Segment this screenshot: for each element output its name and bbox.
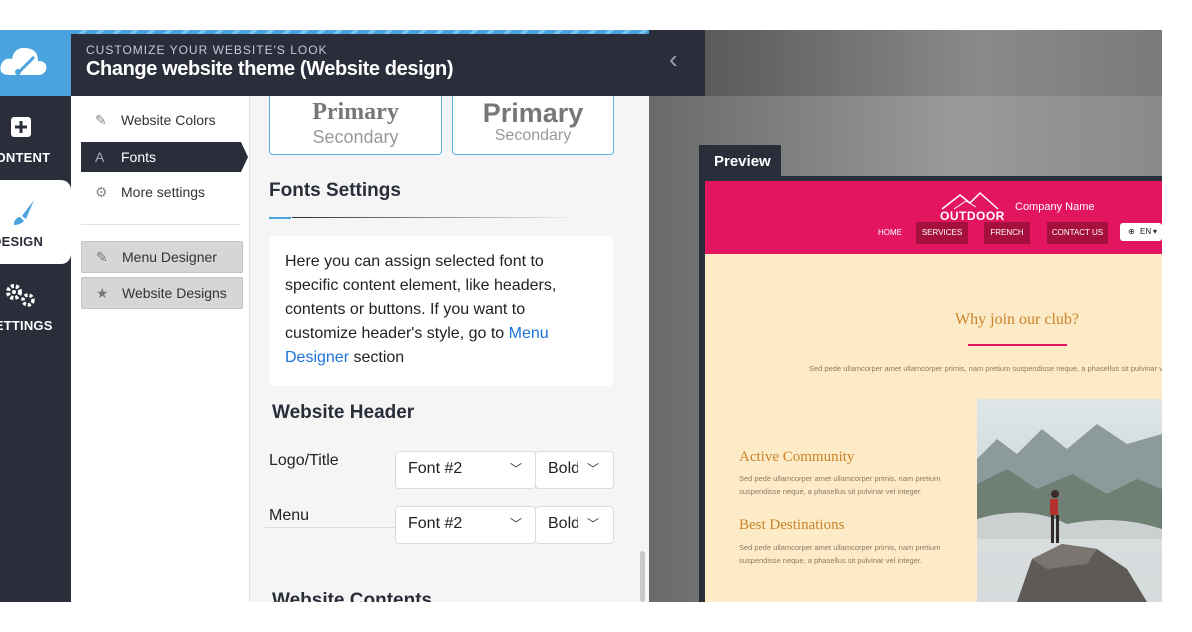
star-icon: ★: [96, 285, 109, 301]
feature-title: Active Community: [739, 449, 855, 465]
website-designs-button[interactable]: ★ Website Designs: [81, 277, 243, 309]
font-preview-primary: Primary: [482, 98, 584, 128]
feature-text: Sed pede ullamcorper amet ullamcorper pr…: [739, 543, 941, 565]
font-combo-card-1[interactable]: Primary Secondary: [269, 96, 442, 155]
gears-icon: [6, 284, 35, 307]
section-underline: [292, 217, 580, 218]
select-value: Font #2: [408, 515, 463, 532]
site-brand: OUTDOOR: [940, 209, 1005, 223]
rail-item-settings[interactable]: SETTINGS: [0, 264, 71, 348]
main-rail: CONTENT DESIGN SETTINGS: [0, 30, 71, 602]
rail-item-label: SETTINGS: [0, 318, 53, 333]
site-nav-bar: OUTDOOR Company Name HOME SERVICES FRENC…: [705, 181, 1162, 254]
preview-backdrop-top: [705, 30, 1162, 96]
site-language-value: EN: [1140, 227, 1152, 236]
rail-item-label: CONTENT: [0, 150, 51, 165]
submenu-divider: [81, 224, 241, 225]
fonts-settings-panel: Primary Secondary Primary Secondary Font…: [250, 96, 649, 602]
hiker-mountain-photo: [977, 399, 1162, 602]
row-label: Logo/Title: [269, 452, 339, 469]
menu-font-select[interactable]: Font #2 ﹀: [395, 506, 536, 544]
rail-item-content[interactable]: CONTENT: [0, 96, 71, 180]
font-combo-card-2[interactable]: Primary Secondary: [452, 96, 614, 155]
submenu-item-label: Website Colors: [121, 112, 216, 128]
header-subtitle: CUSTOMIZE YOUR WEBSITE'S LOOK: [86, 43, 328, 57]
collapse-panel-button[interactable]: ‹: [649, 30, 705, 96]
feature-text: Sed pede ullamcorper amet ullamcorper pr…: [739, 474, 941, 496]
panel-scrollbar[interactable]: [640, 551, 645, 602]
globe-icon: ⊕: [1128, 227, 1135, 236]
menu-weight-select[interactable]: Bold ﹀: [535, 506, 614, 544]
select-value: Font #2: [408, 460, 463, 477]
site-heading: Why join our club?: [955, 311, 1079, 328]
site-preview: OUTDOOR Company Name HOME SERVICES FRENC…: [705, 181, 1162, 602]
section-title: Website Header: [272, 402, 415, 423]
select-value: Bold: [548, 515, 578, 532]
section-title: Website Contents: [272, 590, 433, 602]
app-window: CONTENT DESIGN SETTINGS CUSTOMIZE YOUR W…: [0, 30, 1162, 602]
design-submenu: ✎ Website Colors A Fonts ⚙ More settings…: [71, 96, 250, 602]
submenu-item-website-colors[interactable]: ✎ Website Colors: [81, 105, 241, 135]
page-header: CUSTOMIZE YOUR WEBSITE'S LOOK Change web…: [71, 30, 649, 96]
logo-font-select[interactable]: Font #2 ﹀: [395, 451, 536, 489]
site-language-select[interactable]: ⊕ EN ▾: [1120, 223, 1162, 241]
info-text: Here you can assign selected font to spe…: [285, 250, 585, 370]
paintbrush-icon: [14, 200, 34, 225]
brush-icon: ✎: [95, 112, 107, 128]
site-nav-home[interactable]: HOME: [873, 222, 907, 244]
info-box: Here you can assign selected font to spe…: [269, 236, 613, 386]
site-hero-photo: [977, 399, 1162, 602]
button-label: Menu Designer: [122, 249, 217, 265]
preview-tab: Preview: [699, 145, 781, 177]
caret-down-icon: ▾: [1153, 227, 1158, 236]
font-preview-primary: Primary: [312, 99, 399, 125]
chevron-down-icon: ﹀: [587, 462, 600, 476]
header-progress-stripe: [71, 30, 649, 34]
font-icon: A: [95, 149, 105, 165]
info-text-suffix: section: [349, 349, 405, 366]
preview-tab-label: Preview: [714, 153, 771, 170]
font-preview-secondary: Secondary: [494, 127, 572, 144]
submenu-item-fonts[interactable]: A Fonts: [81, 142, 248, 172]
site-nav-services[interactable]: SERVICES: [916, 222, 968, 244]
cloud-logo-icon: [0, 47, 47, 75]
font-preview-secondary: Secondary: [312, 127, 399, 147]
submenu-item-label: More settings: [121, 184, 206, 200]
site-nav-contact[interactable]: CONTACT US: [1047, 222, 1108, 244]
section-title: Fonts Settings: [269, 180, 401, 201]
rail-item-label: DESIGN: [0, 234, 44, 249]
chevron-down-icon: ﹀: [510, 462, 523, 476]
logo-weight-select[interactable]: Bold ﹀: [535, 451, 614, 489]
mountain-logo-icon: [941, 191, 999, 210]
gears-icon: ⚙: [95, 184, 108, 200]
submenu-item-label: Fonts: [121, 149, 157, 165]
menu-designer-button[interactable]: ✎ Menu Designer: [81, 241, 243, 273]
pencil-icon: ✎: [96, 249, 108, 265]
chevron-left-icon: ‹: [669, 44, 678, 74]
site-heading-underline: [968, 344, 1067, 346]
chevron-down-icon: ﹀: [587, 517, 600, 531]
rail-item-design[interactable]: DESIGN: [0, 180, 71, 264]
row-label: Menu: [269, 507, 310, 524]
section-underline-accent: [269, 217, 291, 219]
site-nav-french[interactable]: FRENCH: [984, 222, 1030, 244]
app-logo[interactable]: [0, 30, 71, 96]
select-value: Bold: [548, 460, 578, 477]
feature-title: Best Destinations: [739, 517, 845, 533]
submenu-item-more-settings[interactable]: ⚙ More settings: [81, 177, 241, 207]
site-intro-text: Sed pede ullamcorper amet ullamcorper pr…: [809, 364, 1162, 373]
plus-square-icon: [11, 117, 31, 137]
page-title: Change website theme (Website design): [86, 58, 454, 80]
chevron-down-icon: ﹀: [510, 517, 523, 531]
button-label: Website Designs: [122, 285, 227, 301]
site-company-name: Company Name: [1015, 201, 1095, 213]
